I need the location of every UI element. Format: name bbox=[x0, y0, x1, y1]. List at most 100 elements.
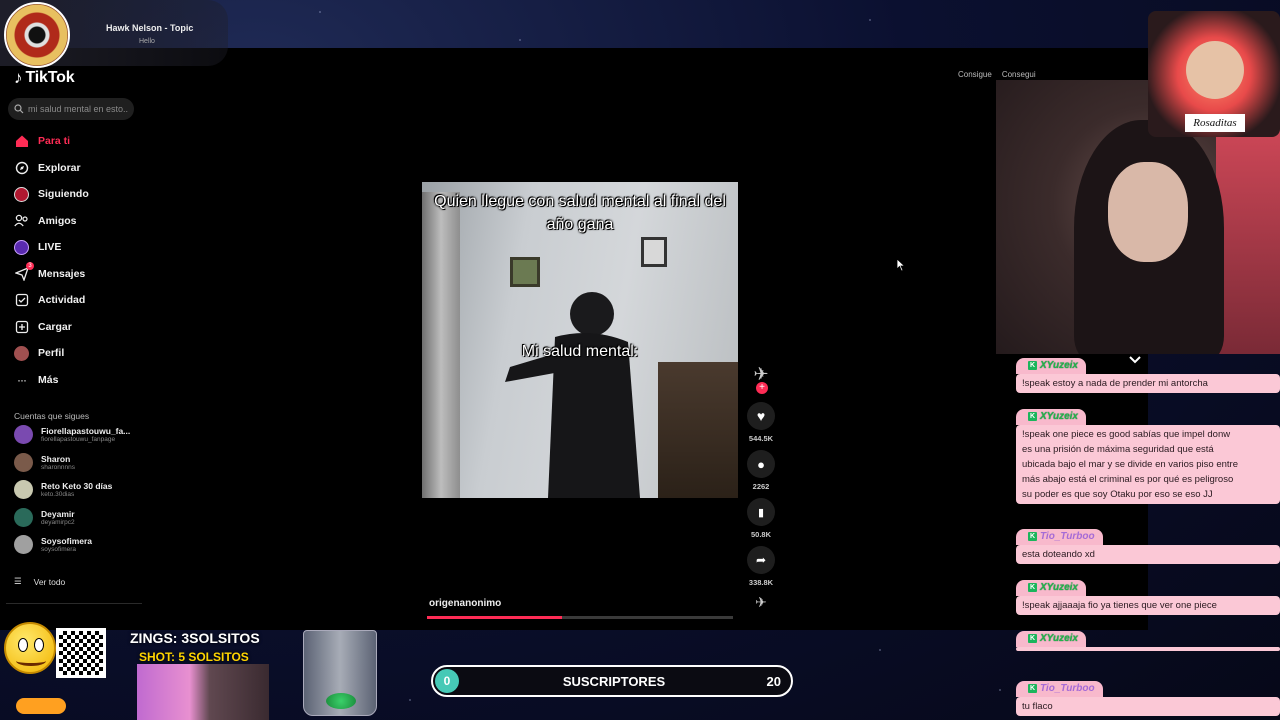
followed-account[interactable]: Soysofimera soysofimera bbox=[14, 535, 92, 554]
followed-account[interactable]: Reto Keto 30 días keto.30dias bbox=[14, 480, 112, 499]
save-button[interactable]: ▮ 50.8K bbox=[744, 498, 778, 539]
chat-username[interactable]: K XYuzeix bbox=[1016, 408, 1086, 425]
account-name: Deyamir bbox=[41, 508, 75, 519]
sidebar-item-para-ti[interactable]: Para ti bbox=[14, 128, 144, 155]
chat-username[interactable]: K Tio_Turboo bbox=[1016, 528, 1103, 545]
sidebar-item-amigos[interactable]: Amigos bbox=[14, 208, 144, 235]
qr-code bbox=[56, 628, 106, 678]
zings-label: ZINGS: 3SOLSITOS bbox=[130, 630, 260, 646]
kick-badge-icon: K bbox=[1028, 412, 1037, 421]
video-progress-bar[interactable] bbox=[427, 616, 733, 619]
upload-icon bbox=[14, 319, 29, 334]
sidebar-item-label: Actividad bbox=[38, 294, 86, 307]
song-subtitle: Hello bbox=[139, 38, 155, 45]
sidebar-item-siguiendo[interactable]: Siguiendo bbox=[14, 181, 144, 208]
live-icon bbox=[14, 239, 29, 255]
now-playing-widget: Hawk Nelson - Topic Hello bbox=[0, 0, 228, 68]
sidebar-item-label: Perfil bbox=[38, 347, 65, 360]
sidebar-item-perfil[interactable]: Perfil bbox=[14, 340, 144, 367]
sidebar-item-label: Siguiendo bbox=[38, 188, 89, 201]
video-person-silhouette bbox=[505, 292, 640, 498]
share-button[interactable]: ➦ 338.8K bbox=[744, 546, 778, 587]
comment-icon: ● bbox=[757, 456, 765, 472]
gaming-chair bbox=[1216, 120, 1280, 354]
video-caption-top: Quien llegue con salud mental al final d… bbox=[434, 193, 726, 233]
search-input[interactable] bbox=[28, 104, 128, 114]
chat-message-text: !speak one piece es good sabías que impe… bbox=[1016, 424, 1280, 504]
kick-badge-icon: K bbox=[1028, 532, 1037, 541]
like-button[interactable]: ♥ 544.5K bbox=[744, 402, 778, 443]
sidebar-item-explorar[interactable]: Explorar bbox=[14, 155, 144, 182]
video-progress-fill bbox=[427, 616, 562, 619]
sidebar-item-live[interactable]: LIVE bbox=[14, 234, 144, 261]
compass-icon bbox=[14, 160, 29, 175]
activity-icon bbox=[14, 293, 29, 308]
subs-goal-count: 20 bbox=[766, 673, 781, 689]
subscriber-goal-bar: 0 SUSCRIPTORES 20 bbox=[431, 665, 793, 697]
followed-account[interactable]: Fiorellapastouwu_fa... fiorellapastouwu_f… bbox=[14, 425, 130, 444]
sidebar-nav: Para ti Explorar Siguiendo Amigos LIVE 3 Mensa… bbox=[14, 128, 144, 393]
mascot-feet bbox=[16, 698, 66, 714]
avatar bbox=[14, 535, 33, 554]
sticker-face bbox=[1186, 41, 1244, 99]
author-avatar[interactable]: ✈ + bbox=[744, 364, 778, 394]
video-player[interactable]: Quien llegue con salud mental al final d… bbox=[422, 182, 738, 498]
more-icon: ··· bbox=[17, 372, 27, 387]
like-count: 544.5K bbox=[748, 434, 774, 443]
followed-account[interactable]: Sharon sharonnnns bbox=[14, 452, 75, 472]
sidebar-divider bbox=[6, 603, 142, 604]
account-handle: deyamirpc2 bbox=[41, 518, 75, 526]
tiktok-window: ♪ TikTok Para ti Explorar Siguiendo Amigos L… bbox=[0, 48, 1148, 630]
sidebar-item-mensajes[interactable]: 3 Mensajes bbox=[14, 261, 144, 288]
home-icon bbox=[14, 134, 29, 149]
music-disc-button[interactable]: ✈ bbox=[744, 594, 778, 611]
sidebar-item-actividad[interactable]: Actividad bbox=[14, 287, 144, 314]
avatar bbox=[14, 425, 33, 444]
comment-count: 2262 bbox=[752, 482, 770, 491]
share-icon: ➦ bbox=[755, 553, 767, 567]
kick-badge-icon: K bbox=[1028, 583, 1037, 592]
following-heading: Cuentas que sigues bbox=[14, 411, 90, 421]
chat-username-text: Tio_Turboo bbox=[1040, 531, 1095, 542]
chat-username[interactable]: K XYuzeix bbox=[1016, 579, 1086, 596]
song-title: Hawk Nelson - Topic bbox=[106, 23, 194, 33]
account-name: Reto Keto 30 días bbox=[41, 481, 113, 491]
consigue-button[interactable]: Consigue bbox=[958, 70, 992, 79]
avatar bbox=[14, 452, 33, 472]
consegui-button[interactable]: Consegui bbox=[1002, 70, 1036, 79]
chat-username[interactable]: K XYuzeix bbox=[1016, 357, 1086, 374]
video-author[interactable]: origenanonimo bbox=[429, 598, 501, 609]
video-wall-frame bbox=[510, 257, 540, 287]
see-all-link[interactable]: ☰ Ver todo bbox=[14, 576, 65, 587]
chat-message-text: esta doteando xd bbox=[1016, 544, 1280, 564]
video-caption-middle: Mi salud mental: bbox=[521, 343, 639, 360]
coins-icon bbox=[326, 693, 356, 709]
chevron-down-icon[interactable] bbox=[1128, 352, 1142, 370]
messages-icon: 3 bbox=[14, 262, 34, 281]
kick-badge-icon: K bbox=[1028, 361, 1037, 370]
tiktok-logo[interactable]: ♪ TikTok bbox=[14, 68, 75, 88]
chat-message: K XYuzeix !speak ajjaaaja fio ya tienes qu… bbox=[1016, 576, 1280, 615]
followed-account[interactable]: Deyamir deyamirpc2 bbox=[14, 507, 75, 527]
comment-button[interactable]: ● 2262 bbox=[744, 450, 778, 491]
list-icon: ☰ bbox=[14, 576, 22, 586]
search-box[interactable] bbox=[8, 98, 134, 120]
chat-username-text: XYuzeix bbox=[1040, 582, 1078, 593]
chat-username-text: XYuzeix bbox=[1040, 411, 1078, 422]
tip-jar-glass bbox=[303, 630, 377, 716]
save-count: 50.8K bbox=[750, 530, 771, 539]
sidebar-item-label: LIVE bbox=[38, 241, 62, 254]
streamer-face bbox=[1108, 162, 1188, 262]
sidebar-item-label: Más bbox=[38, 373, 59, 386]
sidebar-item-cargar[interactable]: Cargar bbox=[14, 314, 144, 341]
sidebar: ♪ TikTok Para ti Explorar Siguiendo Amigos L… bbox=[0, 48, 146, 630]
sidebar-item-label: Mensajes bbox=[38, 267, 86, 280]
follow-plus-icon[interactable]: + bbox=[756, 382, 768, 394]
stream-overlay-bottom: ZINGS: 3SOLSITOS SHOT: 5 SOLSITOS 0 SUSC… bbox=[0, 622, 1280, 720]
album-disc-icon bbox=[4, 2, 70, 68]
sidebar-item-más[interactable]: ··· Más bbox=[14, 367, 144, 394]
search-icon bbox=[14, 104, 24, 114]
tiktok-note-icon: ♪ bbox=[14, 68, 23, 87]
account-handle: soysofimera bbox=[41, 546, 77, 553]
shot-label: SHOT: 5 SOLSITOS bbox=[139, 650, 249, 664]
